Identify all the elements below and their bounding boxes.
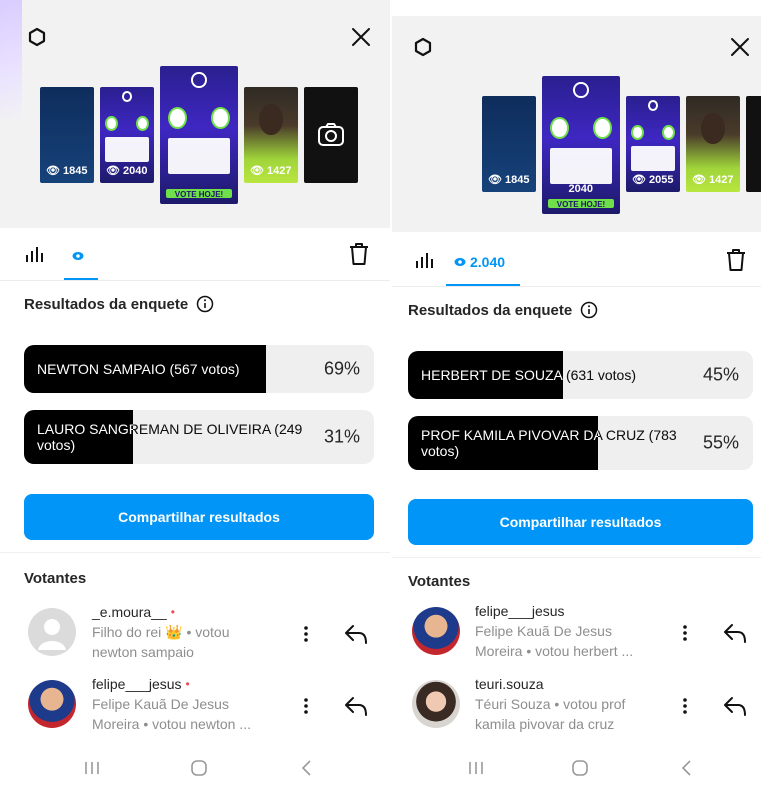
voter-vote-line2: Moreira • votou herbert ... <box>475 643 634 659</box>
add-story-button[interactable] <box>304 87 358 183</box>
story-thumb[interactable]: 👁 1427 <box>686 96 740 192</box>
voter-username[interactable]: teuri.souza <box>475 676 543 692</box>
bar-chart-icon[interactable] <box>414 251 436 274</box>
voter-row[interactable]: teuri.souza Téuri Souza • votou prof kami… <box>392 676 761 740</box>
avatar[interactable] <box>412 607 460 655</box>
recent-apps-icon[interactable] <box>464 756 488 780</box>
results-title: Resultados da enquete <box>24 295 214 313</box>
eye-icon <box>72 252 84 260</box>
eye-icon: 👁 <box>250 165 264 177</box>
poll-option-percent: 45% <box>702 364 739 385</box>
eye-icon: 👁 <box>46 165 60 177</box>
trash-icon[interactable] <box>348 242 370 271</box>
home-icon[interactable] <box>187 756 211 780</box>
avatar[interactable] <box>28 608 76 656</box>
more-vertical-icon[interactable] <box>675 694 695 718</box>
voter-row[interactable]: felipe___jesus • Felipe Kauã De Jesus More… <box>0 676 390 740</box>
poll-option-percent: 55% <box>702 432 739 453</box>
more-vertical-icon[interactable] <box>296 694 316 718</box>
voter-row[interactable]: _e.moura__ • Filho do rei 👑 • votou newton… <box>0 604 390 668</box>
story-thumb[interactable]: 👁 2040 <box>100 87 154 183</box>
eye-icon: 👁 <box>106 165 120 177</box>
poll-option-result: PROF KAMILA PIVOVAR DA CRUZ (783 votos) … <box>408 416 753 470</box>
voter-vote-line1: Téuri Souza • votou prof <box>475 696 626 712</box>
viewers-count: 2.040 <box>470 254 506 270</box>
voters-title: Votantes <box>24 570 87 587</box>
story-thumb[interactable]: 👁 1845 <box>482 96 536 192</box>
poll-option-label: PROF KAMILA PIVOVAR DA CRUZ (783 votos) <box>421 427 677 459</box>
voter-username[interactable]: felipe___jesus <box>475 603 565 619</box>
close-icon[interactable] <box>725 32 755 62</box>
eye-icon: 👁 <box>692 174 706 186</box>
eye-icon: 👁 <box>632 174 646 186</box>
poll-option-label: HERBERT DE SOUZA (631 votos) <box>421 367 636 383</box>
voter-vote-line1: Felipe Kauã De Jesus <box>92 696 229 712</box>
info-icon[interactable] <box>196 295 214 313</box>
camera-icon <box>318 123 344 146</box>
voter-vote-line1: Filho do rei 👑 • votou <box>92 624 230 640</box>
voter-vote-line1: Felipe Kauã De Jesus <box>475 623 612 639</box>
poll-option-percent: 69% <box>323 358 360 379</box>
avatar[interactable] <box>28 680 76 728</box>
vote-hoje-banner: VOTE HOJE! <box>166 188 232 199</box>
android-nav-bar <box>0 750 390 785</box>
online-dot: • <box>170 605 175 619</box>
vote-hoje-banner: VOTE HOJE! <box>548 198 614 209</box>
poll-option-label: LAURO SANGREMAN DE OLIVEIRA (249 votos) <box>37 421 303 453</box>
poll-option-label: NEWTON SAMPAIO (567 votos) <box>37 361 240 377</box>
story-thumb[interactable]: 👁 1845 <box>40 87 94 183</box>
eye-icon <box>454 258 466 266</box>
add-story-button[interactable] <box>746 96 761 192</box>
online-dot: • <box>185 677 190 691</box>
tab-viewers[interactable]: 2.040 <box>454 254 505 270</box>
share-results-button[interactable]: Compartilhar resultados <box>24 494 374 540</box>
avatar[interactable] <box>412 680 460 728</box>
recent-apps-icon[interactable] <box>80 756 104 780</box>
story-preview-area: 👁 1845 👁 2040 VOTE HOJE! 👁 1427 <box>0 0 390 228</box>
right-screenshot-panel: 👁 1845 2040 VOTE HOJE! 👁 2055 👁 1427 2.0… <box>392 0 761 785</box>
voter-row[interactable]: felipe___jesus Felipe Kauã De Jesus Morei… <box>392 603 761 667</box>
story-preview-area: 👁 1845 2040 VOTE HOJE! 👁 2055 👁 1427 <box>392 16 761 232</box>
story-thumb-active[interactable]: VOTE HOJE! <box>160 66 238 204</box>
trash-icon[interactable] <box>725 248 747 277</box>
more-vertical-icon[interactable] <box>675 621 695 645</box>
story-thumbnails: 👁 1845 2040 VOTE HOJE! 👁 2055 👁 1427 <box>392 74 761 224</box>
poll-option-result: HERBERT DE SOUZA (631 votos) 45% <box>408 351 753 399</box>
android-nav-bar <box>392 750 761 785</box>
poll-option-percent: 31% <box>323 426 360 447</box>
reply-icon[interactable] <box>721 619 749 647</box>
info-icon[interactable] <box>580 301 598 319</box>
story-tabs <box>0 232 390 280</box>
gear-icon[interactable] <box>22 22 52 52</box>
left-screenshot-panel: 👁 1845 👁 2040 VOTE HOJE! 👁 1427 Resultad… <box>0 0 390 785</box>
voter-vote-line2: kamila pivovar da cruz <box>475 716 615 732</box>
eye-icon: 👁 <box>488 174 502 186</box>
voter-vote-line2: Moreira • votou newton ... <box>92 716 251 732</box>
story-thumb-active[interactable]: 2040 VOTE HOJE! <box>542 76 620 214</box>
voter-vote-line2: newton sampaio <box>92 644 194 660</box>
voters-title: Votantes <box>408 573 471 590</box>
reply-icon[interactable] <box>721 692 749 720</box>
home-icon[interactable] <box>568 756 592 780</box>
close-icon[interactable] <box>346 22 376 52</box>
reply-icon[interactable] <box>342 692 370 720</box>
voter-username[interactable]: _e.moura__ <box>92 604 167 620</box>
story-thumbnails: 👁 1845 👁 2040 VOTE HOJE! 👁 1427 <box>0 60 390 210</box>
voter-username[interactable]: felipe___jesus <box>92 676 182 692</box>
back-icon[interactable] <box>295 756 319 780</box>
share-results-button[interactable]: Compartilhar resultados <box>408 499 753 545</box>
reply-icon[interactable] <box>342 620 370 648</box>
more-vertical-icon[interactable] <box>296 622 316 646</box>
back-icon[interactable] <box>675 756 699 780</box>
gear-icon[interactable] <box>408 32 438 62</box>
poll-option-result: LAURO SANGREMAN DE OLIVEIRA (249 votos) … <box>24 410 374 464</box>
results-title: Resultados da enquete <box>408 301 598 319</box>
tab-viewers[interactable] <box>72 251 88 261</box>
bar-chart-icon[interactable] <box>24 245 46 268</box>
story-thumb[interactable]: 👁 1427 <box>244 87 298 183</box>
story-tabs: 2.040 <box>392 238 761 286</box>
poll-option-result: NEWTON SAMPAIO (567 votos) 69% <box>24 345 374 393</box>
story-thumb[interactable]: 👁 2055 <box>626 96 680 192</box>
